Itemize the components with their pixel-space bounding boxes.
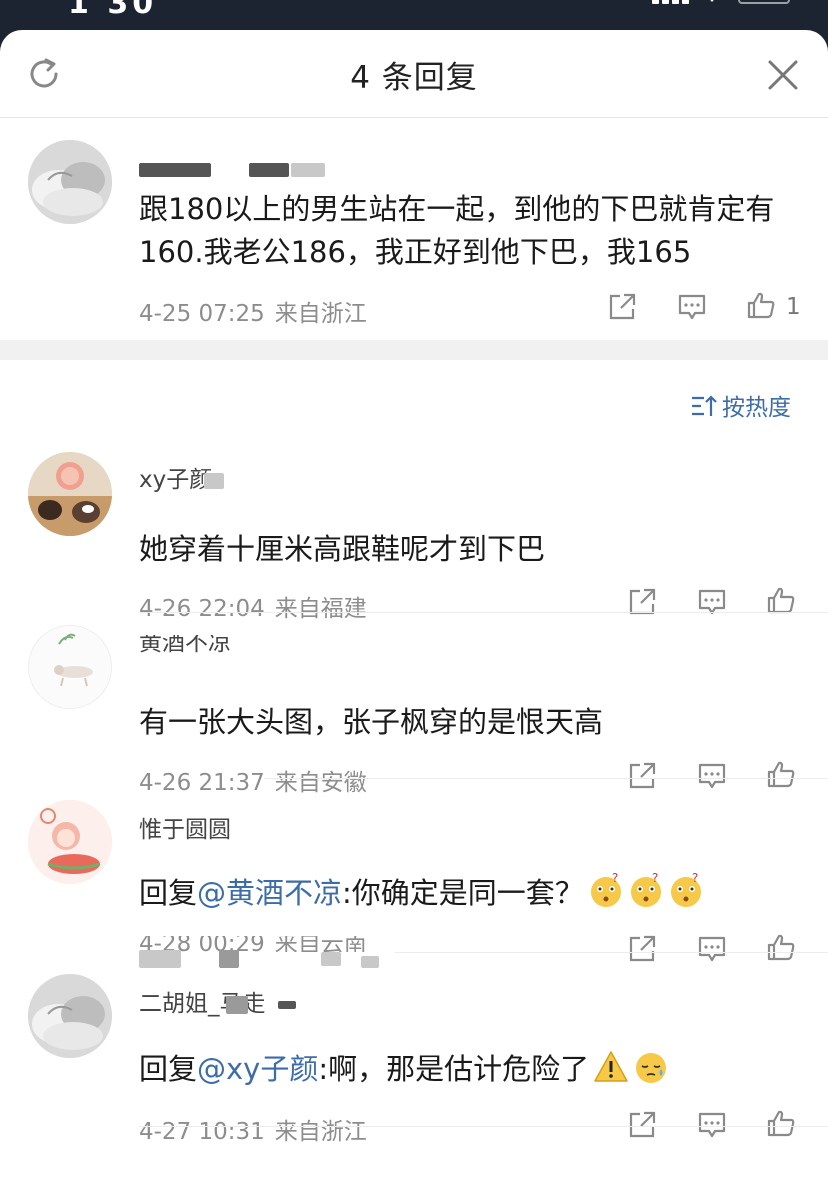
reply-item: xy子颜 她穿着十厘米高跟鞋呢才到下巴 4-26 22:04 来自福建 — [0, 440, 828, 622]
like-count: 1 — [786, 294, 801, 320]
username[interactable]: 黄酒不凉 — [139, 635, 231, 657]
divider — [395, 952, 828, 953]
svg-text:?: ? — [692, 873, 698, 885]
comment-text: 回复@黄酒不凉:你确定是同一套？??? — [139, 872, 799, 915]
status-bar: 1 30 — [0, 0, 828, 30]
avatar[interactable] — [28, 625, 112, 709]
username-redacted[interactable] — [139, 156, 325, 182]
like-icon[interactable] — [766, 932, 796, 962]
warning-icon — [593, 1049, 629, 1085]
avatar[interactable] — [28, 140, 112, 224]
sort-by-hot-button[interactable]: 按热度 — [690, 388, 791, 422]
svg-text:?: ? — [612, 873, 618, 885]
avatar[interactable] — [28, 452, 112, 536]
main-comment: 跟180以上的男生站在一起，到他的下巴就肯定有160.我老公186，我正好到他下… — [0, 118, 828, 340]
signal-icon — [652, 0, 692, 4]
comment-text: 她穿着十厘米高跟鞋呢才到下巴 — [139, 532, 546, 566]
comment-location: 来自浙江 — [274, 1119, 367, 1145]
share-icon[interactable] — [627, 761, 657, 791]
username[interactable]: 二胡姐_马走 — [139, 984, 296, 1018]
comment-time: 4-27 10:31 — [139, 1119, 265, 1145]
comment-icon[interactable] — [677, 292, 707, 322]
comment-icon[interactable] — [697, 761, 727, 791]
username[interactable]: 惟于圆圆 — [139, 810, 231, 844]
thinking-face-icon: ? — [628, 873, 664, 909]
thinking-face-icon: ? — [668, 873, 704, 909]
divider — [264, 778, 828, 779]
reply-item: 黄酒不凉 有一张大头图，张子枫穿的是恨天高 4-26 21:37 来自安徽 — [0, 613, 828, 796]
comment-icon[interactable] — [697, 934, 727, 964]
comment-text: 有一张大头图，张子枫穿的是恨天高 — [139, 705, 604, 739]
divider — [139, 1126, 828, 1127]
comment-icon[interactable] — [697, 1110, 727, 1140]
wifi-icon — [705, 0, 719, 2]
like-icon[interactable] — [766, 585, 796, 615]
svg-text:?: ? — [652, 873, 658, 885]
share-icon[interactable] — [627, 934, 657, 964]
like-icon[interactable] — [766, 1108, 796, 1138]
battery-icon — [738, 0, 790, 4]
mention-link[interactable]: @xy子颜 — [197, 1052, 318, 1086]
like-icon[interactable] — [746, 290, 776, 320]
section-separator — [0, 340, 828, 360]
status-time: 1 30 — [68, 0, 158, 21]
share-icon[interactable] — [607, 292, 637, 322]
close-icon[interactable] — [766, 58, 800, 92]
replies-sheet: 4 条回复 跟180以上的男生站在一起，到他的下巴就肯定有160.我老公186，… — [0, 30, 828, 1188]
share-icon[interactable] — [627, 1110, 657, 1140]
username[interactable]: xy子颜 — [139, 460, 225, 494]
sheet-title: 4 条回复 — [350, 60, 478, 96]
reply-item: 二胡姐_马走 回复@xy子颜:啊，那是估计危险了 4-27 10:31 来自浙江 — [0, 964, 828, 1145]
avatar[interactable] — [28, 800, 112, 884]
mention-link[interactable]: @黄酒不凉 — [197, 876, 342, 910]
comment-meta: 4-25 07:25 来自浙江 — [139, 294, 367, 328]
reply-prefix: 回复 — [139, 1052, 198, 1086]
thinking-face-icon: ? — [588, 873, 624, 909]
comment-text: 跟180以上的男生站在一起，到他的下巴就肯定有160.我老公186，我正好到他下… — [139, 192, 775, 269]
comment-location: 来自浙江 — [274, 301, 367, 327]
sleepy-face-icon — [633, 1049, 669, 1085]
reply-prefix: 回复 — [139, 876, 198, 910]
comment-time: 4-25 07:25 — [139, 301, 265, 327]
comment-text: 回复@xy子颜:啊，那是估计危险了 — [139, 1048, 799, 1091]
sort-label: 按热度 — [722, 395, 791, 421]
avatar[interactable] — [28, 974, 112, 1058]
comment-meta: 4-27 10:31 来自浙江 — [139, 1112, 367, 1146]
sort-icon — [690, 394, 718, 418]
reply-item: 惟于圆圆 回复@黄酒不凉:你确定是同一套？??? 4-28 00:29 来自云南 — [0, 788, 828, 968]
sheet-header: 4 条回复 — [0, 30, 828, 118]
like-icon[interactable] — [766, 759, 796, 789]
